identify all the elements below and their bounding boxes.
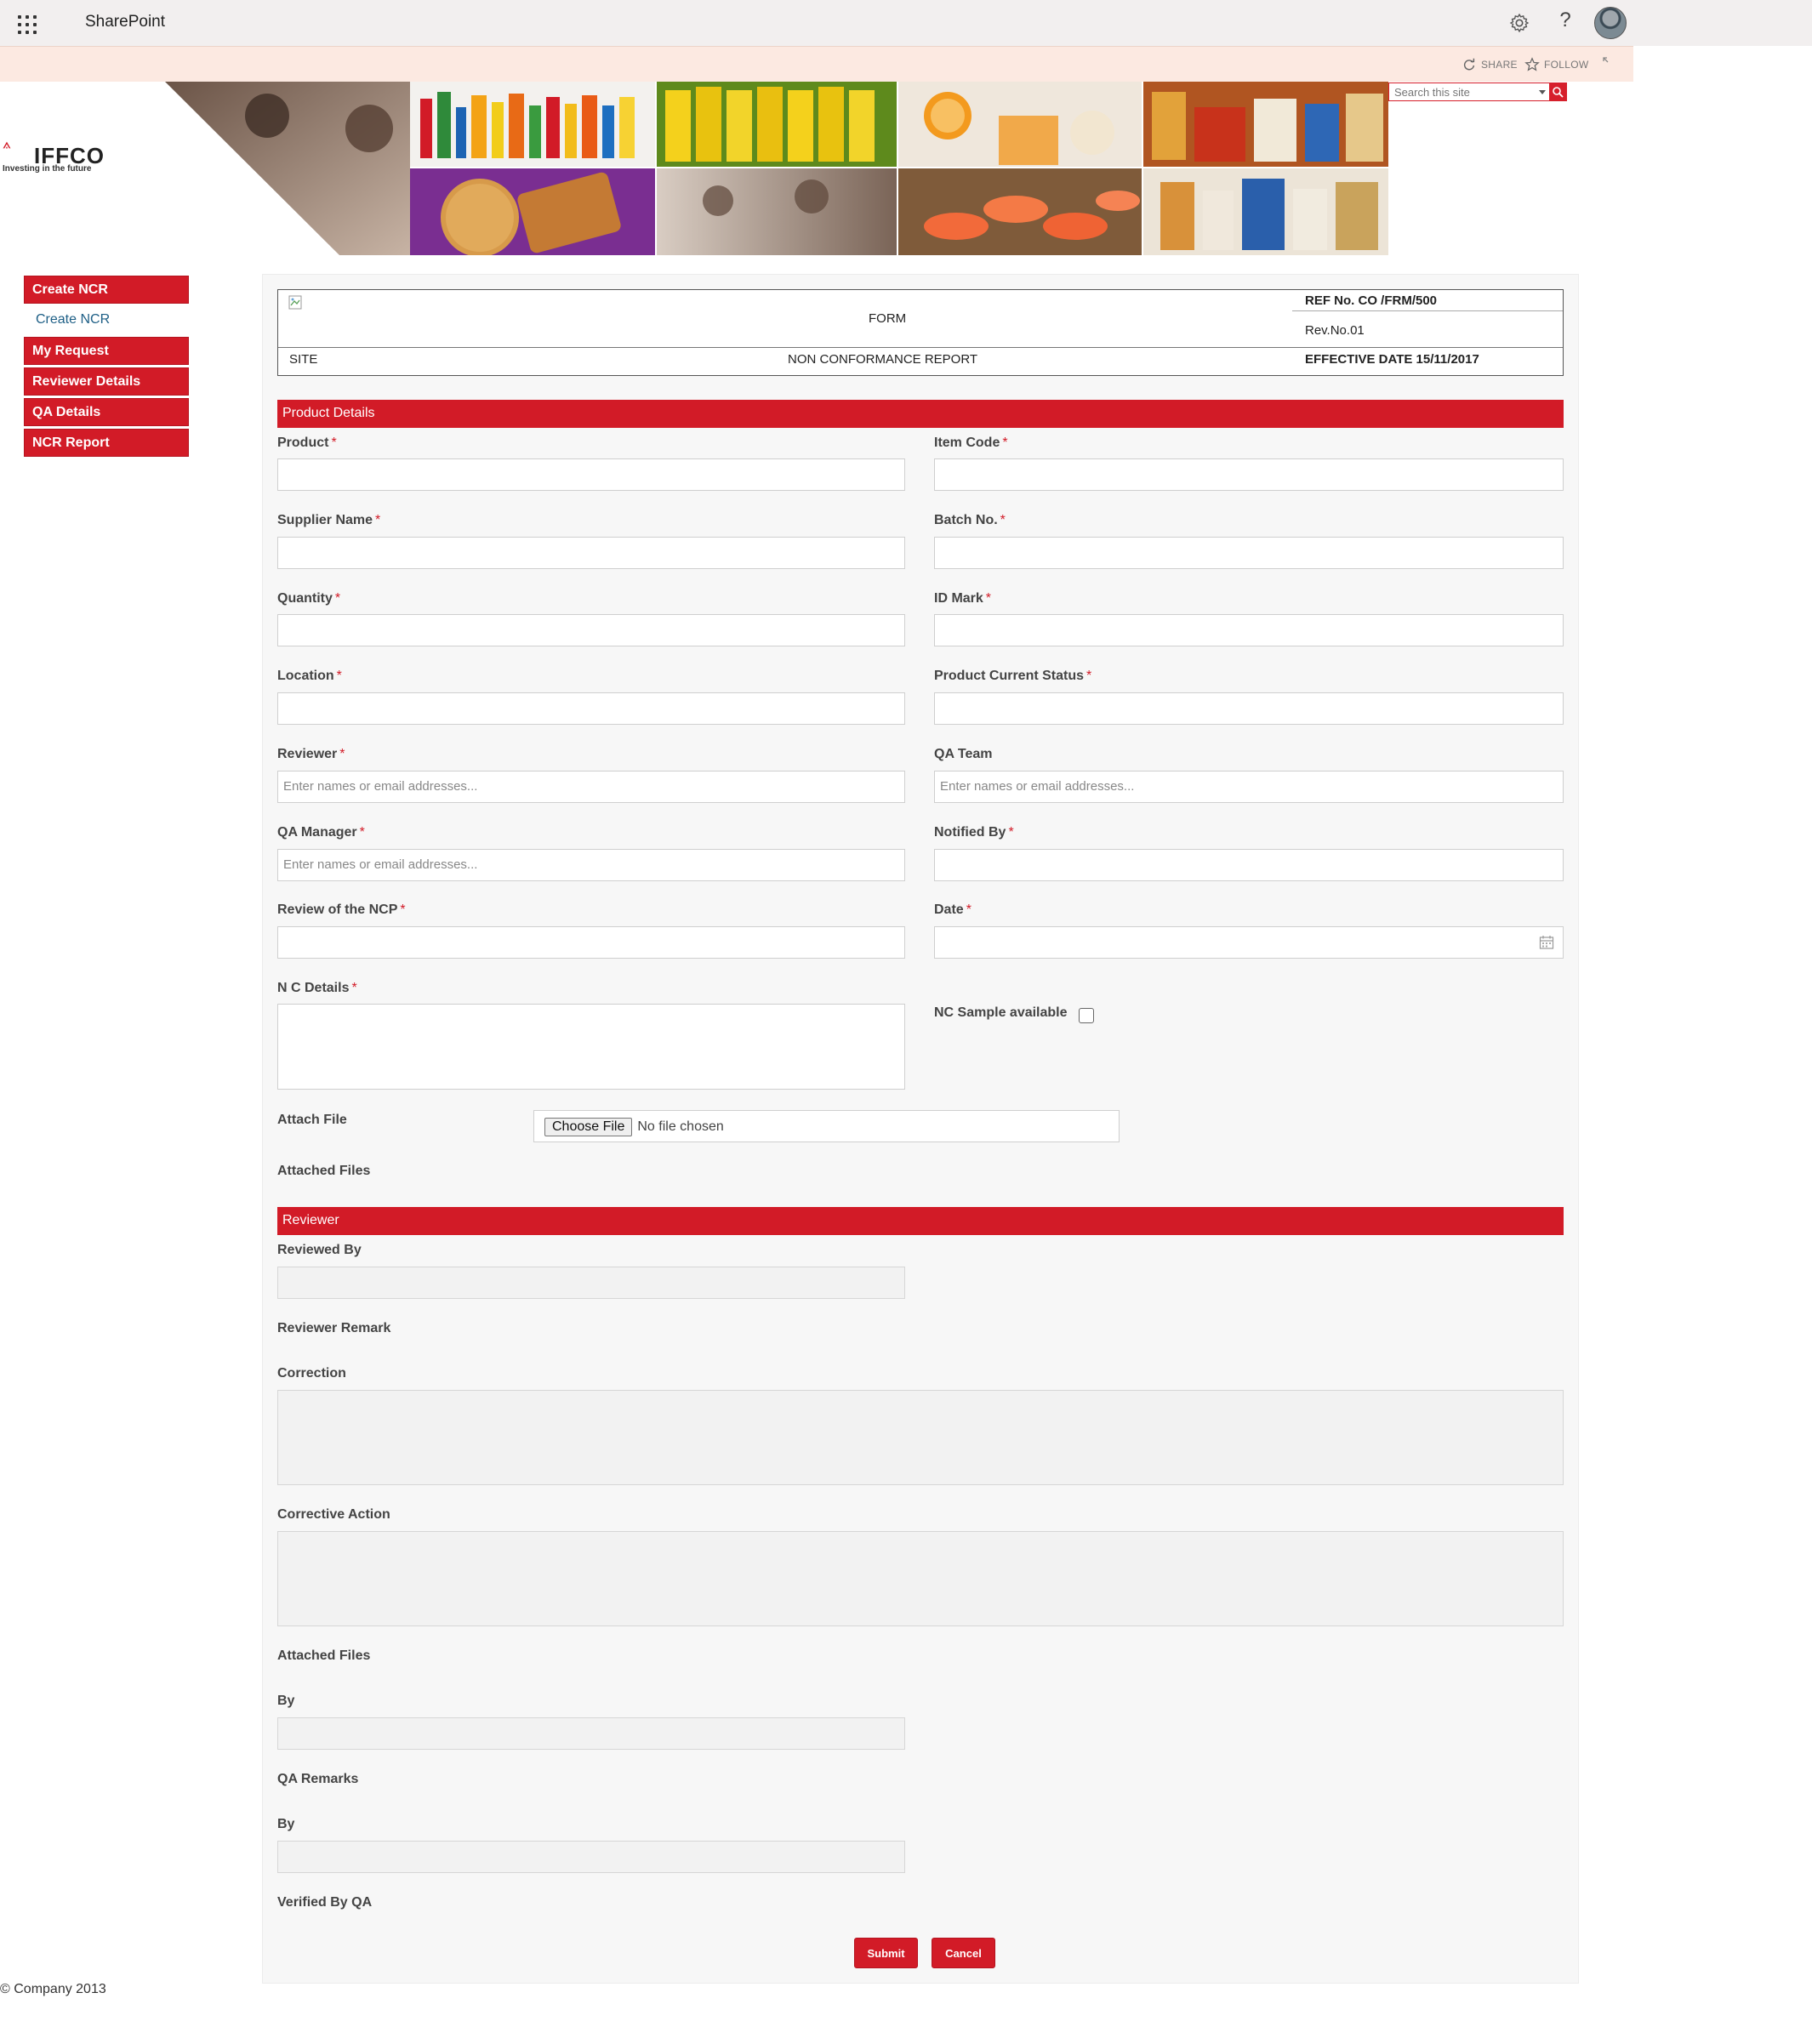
suite-bar: SharePoint ? [0, 0, 1812, 46]
footer-copyright: © Company 2013 [0, 1982, 106, 1996]
label-supplier-name: Supplier Name * [277, 513, 381, 527]
item-code-input[interactable] [934, 458, 1564, 491]
left-navigation: Create NCR Create NCR My Request Reviewe… [24, 276, 189, 459]
by-field-1 [277, 1717, 905, 1750]
action-bar: SHARE FOLLOW [0, 46, 1633, 82]
nav-create-ncr-sub[interactable]: Create NCR [24, 306, 189, 334]
nav-create-ncr[interactable]: Create NCR [24, 276, 189, 304]
logo-tagline: Investing in the future [3, 164, 92, 174]
label-product-current-status: Product Current Status * [934, 669, 1092, 683]
nc-sample-checkbox[interactable] [1079, 1008, 1094, 1023]
calendar-icon[interactable] [1539, 935, 1554, 950]
label-attach-file: Attach File [277, 1113, 347, 1127]
broken-image-icon [288, 295, 302, 310]
qa-team-people-picker[interactable]: Enter names or email addresses... [934, 771, 1564, 803]
avatar[interactable] [1594, 7, 1627, 39]
review-ncp-input[interactable] [277, 926, 905, 959]
share-label: SHARE [1481, 59, 1518, 71]
nav-qa-details[interactable]: QA Details [24, 398, 189, 426]
header-ref-no: REF No. CO /FRM/500 [1305, 293, 1438, 308]
label-batch-no: Batch No. * [934, 513, 1006, 527]
label-correction: Correction [277, 1366, 346, 1381]
form-header-table: FORM REF No. CO /FRM/500 Rev.No.01 SITE … [277, 289, 1564, 376]
nav-reviewer-details[interactable]: Reviewer Details [24, 367, 189, 396]
label-review-of-ncp: Review of the NCP * [277, 902, 406, 917]
label-qa-remarks: QA Remarks [277, 1772, 359, 1786]
sharepoint-brand[interactable]: SharePoint [85, 13, 165, 31]
file-input[interactable]: Choose File No file chosen [533, 1110, 1120, 1142]
chevron-down-icon[interactable] [1536, 86, 1549, 98]
label-attached-files: Attached Files [277, 1164, 371, 1178]
nav-my-request[interactable]: My Request [24, 337, 189, 365]
label-location: Location * [277, 669, 342, 683]
file-status: No file chosen [637, 1119, 724, 1134]
label-corrective-action: Corrective Action [277, 1507, 390, 1522]
label-date: Date * [934, 902, 972, 917]
label-item-code: Item Code * [934, 436, 1008, 450]
nav-ncr-report[interactable]: NCR Report [24, 429, 189, 457]
header-divider [278, 347, 1563, 348]
label-quantity: Quantity * [277, 591, 341, 606]
reviewed-by-field [277, 1267, 905, 1299]
label-nc-sample-available: NC Sample available [934, 1005, 1068, 1020]
label-notified-by: Notified By * [934, 825, 1014, 840]
header-report-title: NON CONFORMANCE REPORT [788, 352, 978, 367]
reviewer-people-picker[interactable]: Enter names or email addresses... [277, 771, 905, 803]
choose-file-button[interactable]: Choose File [544, 1118, 633, 1136]
batch-no-input[interactable] [934, 537, 1564, 569]
header-site: SITE [289, 352, 318, 367]
cancel-button[interactable]: Cancel [932, 1938, 995, 1968]
qa-manager-people-picker[interactable]: Enter names or email addresses... [277, 849, 905, 881]
header-effective-date: EFFECTIVE DATE 15/11/2017 [1305, 352, 1479, 367]
gear-icon[interactable] [1507, 11, 1531, 35]
correction-textarea [277, 1390, 1564, 1485]
search-button[interactable] [1549, 83, 1567, 101]
iffco-logo-mark [3, 141, 11, 149]
section-product-details: Product Details [277, 400, 1564, 428]
nc-details-textarea[interactable] [277, 1004, 905, 1090]
label-product: Product * [277, 436, 337, 450]
product-input[interactable] [277, 458, 905, 491]
follow-button[interactable]: FOLLOW [1524, 57, 1588, 72]
share-icon [1463, 58, 1475, 71]
product-status-input[interactable] [934, 692, 1564, 725]
food-banner-image [165, 82, 1388, 255]
search-icon [1553, 87, 1564, 98]
section-reviewer: Reviewer [277, 1207, 1564, 1235]
follow-label: FOLLOW [1544, 59, 1589, 71]
label-nc-details: N C Details * [277, 981, 357, 995]
ref-divider [1292, 310, 1563, 311]
label-verified-by-qa: Verified By QA [277, 1895, 373, 1910]
notified-by-input[interactable] [934, 849, 1564, 881]
search-input[interactable] [1389, 83, 1534, 100]
label-reviewer-attached-files: Attached Files [277, 1648, 371, 1663]
label-qa-manager: QA Manager * [277, 825, 365, 840]
label-by-2: By [277, 1817, 295, 1831]
share-button[interactable]: SHARE [1462, 57, 1518, 72]
label-reviewer: Reviewer * [277, 747, 345, 761]
by-field-2 [277, 1841, 905, 1873]
focus-mode-icon[interactable] [1603, 57, 1615, 69]
label-by-1: By [277, 1694, 295, 1708]
quantity-input[interactable] [277, 614, 905, 646]
header-rev-no: Rev.No.01 [1305, 323, 1365, 338]
site-search [1388, 83, 1567, 101]
date-input[interactable] [934, 926, 1564, 959]
label-reviewer-remark: Reviewer Remark [277, 1321, 391, 1335]
help-icon[interactable]: ? [1553, 9, 1577, 34]
label-qa-team: QA Team [934, 747, 993, 761]
location-input[interactable] [277, 692, 905, 725]
app-launcher-icon[interactable] [12, 10, 37, 36]
label-reviewed-by: Reviewed By [277, 1243, 362, 1257]
star-icon [1524, 57, 1540, 71]
supplier-name-input[interactable] [277, 537, 905, 569]
corrective-action-textarea [277, 1531, 1564, 1626]
submit-button[interactable]: Submit [854, 1938, 918, 1968]
header-form: FORM [869, 311, 907, 326]
label-id-mark: ID Mark * [934, 591, 992, 606]
id-mark-input[interactable] [934, 614, 1564, 646]
